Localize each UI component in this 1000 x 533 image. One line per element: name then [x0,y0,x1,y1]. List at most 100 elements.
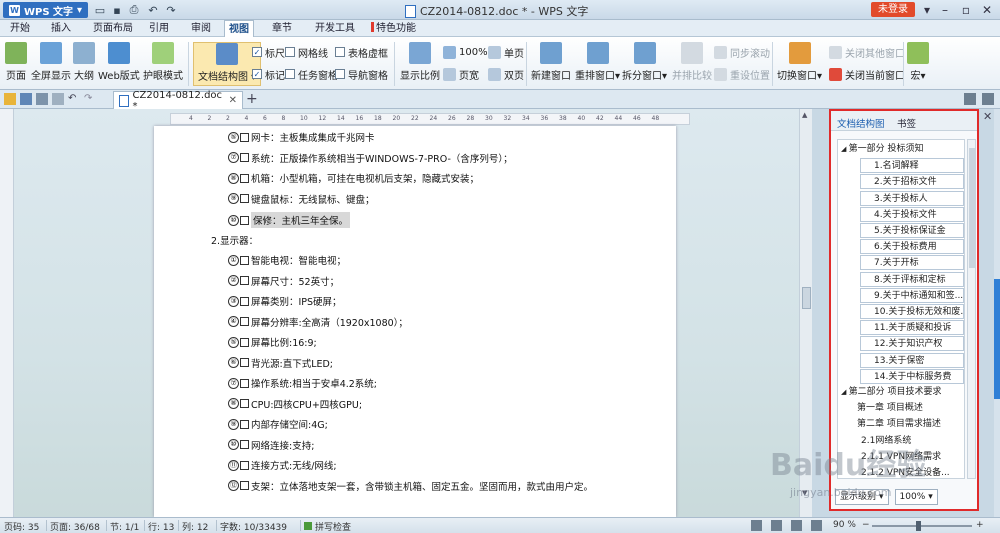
zoom-button[interactable]: 显示比例 [400,42,440,86]
close-panel-icon[interactable]: ✕ [983,110,992,123]
tab-developer[interactable]: 开发工具 [311,20,359,37]
nav-tree-item[interactable]: 1.名词解释 [860,158,964,174]
save-icon[interactable] [20,93,32,105]
minimize-icon[interactable]: – [934,0,956,20]
ruler-checkbox[interactable]: ✓ 标尺 [252,44,285,60]
zoom-in-icon[interactable]: + [976,520,984,530]
expand-arrow-icon[interactable]: ◢ [841,388,849,396]
close-other-windows-button[interactable]: 关闭其他窗口 [829,44,905,60]
tab-bookmarks[interactable]: 书签 [897,116,916,130]
nav-tree-item[interactable]: 13.关于保密 [860,352,964,368]
sync-scroll-button[interactable]: 同步滚动 [714,44,770,60]
close-current-window-button[interactable]: 关闭当前窗口 [829,66,905,82]
reset-position-button[interactable]: 重设位置 [714,66,770,82]
nav-tree-item[interactable]: 第一章 项目概述 [857,401,923,416]
undo-icon[interactable]: ↶ [68,93,80,105]
nav-tree-item[interactable]: 10.关于投标无效和废... [860,304,964,319]
open-icon[interactable]: ▭ [93,3,107,17]
nav-tree-item[interactable]: 7.关于开标 [860,255,964,271]
scrollbar-thumb[interactable] [969,148,975,268]
tab-home[interactable]: 开始 [6,20,34,37]
zoom-slider[interactable] [872,525,972,527]
page-width-button[interactable]: 页宽 [443,66,479,82]
new-tab-icon[interactable]: + [246,91,258,107]
expand-arrow-icon[interactable]: ◢ [841,145,849,153]
maximize-icon[interactable]: ▫ [955,0,977,20]
nav-tree-item[interactable]: 5.关于投标保证金 [860,223,964,238]
nav-scrollbar[interactable] [967,139,976,479]
view-page-icon[interactable] [771,520,782,531]
nav-tree-item[interactable]: 4.关于投标文件 [860,206,964,222]
switch-window-button[interactable]: 切换窗口▾ [777,42,822,86]
nav-tree-item[interactable]: 6.关于投标费用 [860,239,964,255]
close-tab-icon[interactable]: ✕ [229,95,237,106]
document-tab[interactable]: CZ2014-0812.doc * ✕ [113,90,243,112]
task-pane-checkbox[interactable]: 任务窗格 [285,66,338,82]
nav-tree-item[interactable]: 8.关于评标和定标 [860,271,964,287]
nav-zoom-dropdown[interactable]: 100% ▾ [894,489,938,505]
fullscreen-button[interactable]: 全屏显示 [31,42,71,86]
undo-icon[interactable]: ↶ [146,3,160,17]
macro-button[interactable]: 宏▾ [907,42,929,86]
new-window-button[interactable]: 新建窗口 [531,42,571,86]
nav-tree-item[interactable]: 11.关于质疑和投诉 [860,320,964,336]
tab-page-layout[interactable]: 页面布局 [89,20,137,37]
nav-tree-item[interactable]: 第二章 项目需求描述 [857,417,941,432]
nav-tree-item[interactable]: 14.关于中标服务费 [860,368,964,384]
restore-icon[interactable] [982,93,994,105]
tab-view[interactable]: 视图 [224,20,254,37]
two-page-button[interactable]: 双页 [488,66,524,82]
nav-tree-item[interactable]: 2.关于招标文件 [860,174,964,190]
zoom-100-button[interactable]: 100% [443,44,488,60]
view-web-icon[interactable] [791,520,802,531]
nav-tree-item[interactable]: 9.关于中标通知和签... [860,287,964,303]
tab-references[interactable]: 引用 [145,20,173,37]
tab-review[interactable]: 审阅 [187,20,215,37]
outline-button[interactable]: 大纲 [73,42,95,86]
nav-tree-item[interactable]: 12.关于知识产权 [860,336,964,352]
side-by-side-button[interactable]: 并排比较 [672,42,712,86]
tab-chapter[interactable]: 章节 [268,20,296,37]
zoom-slider-thumb[interactable] [916,521,921,531]
view-reading-icon[interactable] [751,520,762,531]
scroll-up-icon[interactable]: ▲ [802,111,807,119]
nav-pane-checkbox[interactable]: 导航窗格 [335,66,388,82]
single-page-button[interactable]: 单页 [488,44,524,60]
gridlines-checkbox[interactable]: 网格线 [285,44,328,60]
window-mode-icon[interactable] [964,93,976,105]
redo-icon[interactable]: ↷ [164,3,178,17]
redo-icon[interactable]: ↷ [84,93,96,105]
close-icon[interactable]: ✕ [976,0,998,20]
save-icon[interactable]: ▪ [110,3,124,17]
table-gridlines-checkbox[interactable]: 表格虚框 [335,44,388,60]
page-view-button[interactable]: 页面 [5,42,27,86]
doc-map-button[interactable]: 文档结构图 ▾ [193,42,262,86]
status-divider [300,520,301,531]
open-folder-icon[interactable] [4,93,16,105]
eye-care-button[interactable]: 护眼模式 [143,42,183,86]
nav-tree-item[interactable]: 3.关于投标人 [860,190,964,206]
ruler-tick: 20 [392,115,401,122]
print-icon[interactable] [36,93,48,105]
tab-insert[interactable]: 插入 [47,20,75,37]
zoom-out-icon[interactable]: − [862,520,870,530]
tab-special[interactable]: 特色功能 [367,20,420,37]
view-outline-icon[interactable] [811,520,822,531]
print-preview-icon[interactable] [52,93,64,105]
spell-check-toggle[interactable]: 拼写检查 [304,520,351,533]
marks-checkbox[interactable]: ✓ 标记 [252,66,285,82]
doc-list-item: ⑩ 网络连接:支持; [228,438,314,452]
print-icon[interactable]: ⎙ [127,3,141,17]
split-window-button[interactable]: 拆分窗口▾ [622,42,667,86]
side-bar-toggle[interactable] [994,279,1000,399]
status-word-count[interactable]: 字数: 10/33439 [220,520,287,533]
nav-tree-item[interactable]: ◢ 第一部分 投标须知 [841,142,923,157]
scrollbar-thumb[interactable] [802,287,811,309]
document-page[interactable]: ⑤ 网卡：主板集成集成千兆网卡 ⑦ 系统：正版操作系统相当于WINDOWS-7-PRO… [154,126,676,517]
nav-tree-item[interactable]: ◢ 第二部分 项目技术要求 [841,385,941,400]
arrange-windows-button[interactable]: 重排窗口▾ [575,42,620,86]
app-menu-button[interactable]: W WPS 文字 ▾ [3,2,89,18]
tab-document-map[interactable]: 文档结构图 [837,116,885,130]
web-layout-button[interactable]: Web版式 [98,42,140,86]
login-button[interactable]: 未登录 [871,2,915,17]
